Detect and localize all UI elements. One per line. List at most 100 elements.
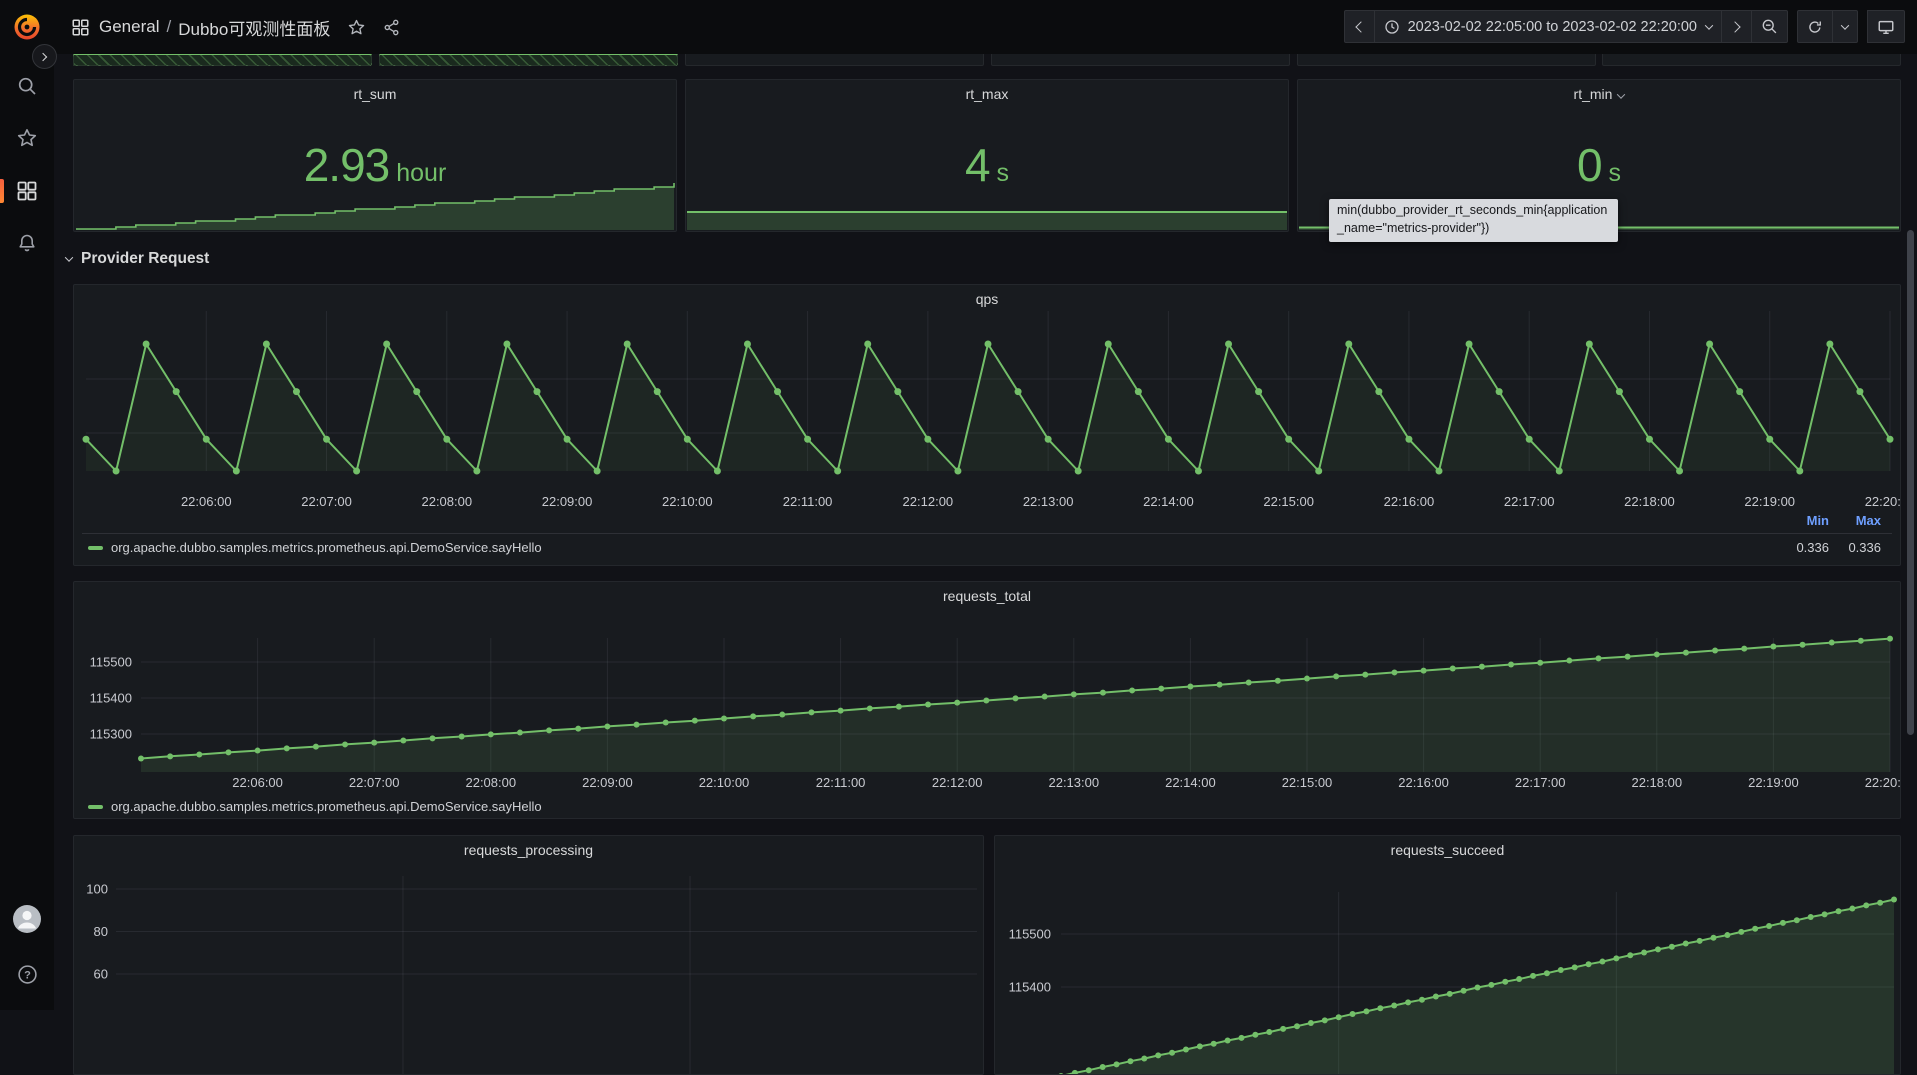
- page-title: Dubbo可观测性面板: [178, 15, 330, 40]
- panel-title-requests-processing[interactable]: requests_processing: [74, 842, 983, 858]
- svg-text:22:09:00: 22:09:00: [542, 494, 593, 509]
- panel-sliver: [73, 54, 372, 66]
- stat-value: 0: [1577, 139, 1602, 191]
- svg-text:22:13:00: 22:13:00: [1023, 494, 1074, 509]
- panel-title-rt-min[interactable]: rt_min: [1298, 86, 1900, 102]
- legend-header: Min Max: [1777, 513, 1881, 528]
- svg-text:22:07:00: 22:07:00: [301, 494, 352, 509]
- time-shift-forward-button[interactable]: [1722, 10, 1752, 43]
- legend-separator: [82, 533, 1892, 534]
- stat-value: 4: [965, 139, 990, 191]
- caret-down-icon: [1841, 21, 1849, 29]
- svg-text:22:10:00: 22:10:00: [662, 494, 713, 509]
- svg-text:22:18:00: 22:18:00: [1631, 775, 1682, 790]
- stat-rt-min: 0s: [1298, 138, 1900, 192]
- stat-unit: s: [1609, 159, 1622, 187]
- legend-values: 0.336 0.336: [1777, 540, 1881, 555]
- apps-grid-icon[interactable]: [72, 19, 89, 36]
- chevron-right-icon: [1729, 21, 1740, 32]
- zoom-out-icon: [1761, 18, 1778, 35]
- scrollbar-thumb[interactable]: [1907, 230, 1914, 735]
- caret-down-icon: [1617, 90, 1625, 98]
- time-range-picker[interactable]: 2023-02-02 22:05:00 to 2023-02-02 22:20:…: [1375, 10, 1722, 43]
- user-avatar: [12, 904, 42, 934]
- panel-title-requests-succeed[interactable]: requests_succeed: [995, 842, 1900, 858]
- svg-text:100: 100: [86, 882, 108, 897]
- time-shift-back-button[interactable]: [1344, 10, 1375, 43]
- svg-text:115400: 115400: [90, 691, 132, 706]
- legend-max-header[interactable]: Max: [1829, 513, 1881, 528]
- share-button[interactable]: [383, 19, 400, 36]
- svg-text:22:16:00: 22:16:00: [1384, 494, 1435, 509]
- panel-requests-processing: requests_processing 100 80 60: [73, 835, 984, 1075]
- cycle-view-mode-button[interactable]: [1867, 10, 1905, 43]
- panel-title-qps[interactable]: qps: [74, 291, 1900, 307]
- query-tooltip: min(dubbo_provider_rt_seconds_min{applic…: [1329, 199, 1618, 242]
- refresh-button[interactable]: [1797, 10, 1833, 43]
- sidebar-item-dashboards[interactable]: [0, 170, 54, 212]
- sidebar-expand-button[interactable]: [32, 44, 57, 69]
- legend-min-header[interactable]: Min: [1777, 513, 1829, 528]
- svg-text:22:15:00: 22:15:00: [1263, 494, 1314, 509]
- sidebar-item-alerting[interactable]: [0, 222, 54, 264]
- sidebar-item-profile[interactable]: [0, 898, 54, 940]
- svg-text:?: ?: [24, 969, 31, 981]
- svg-text:22:06:00: 22:06:00: [232, 775, 283, 790]
- dashboard-toolbar: 2023-02-02 22:05:00 to 2023-02-02 22:20:…: [1344, 10, 1905, 43]
- svg-text:22:16:00: 22:16:00: [1398, 775, 1449, 790]
- panel-sliver: [1297, 54, 1596, 66]
- stat-rt-max: 4s: [686, 138, 1288, 192]
- sidebar-item-search[interactable]: [0, 65, 54, 107]
- panel-title-requests-total[interactable]: requests_total: [74, 588, 1900, 604]
- panel-title-rt-max[interactable]: rt_max: [686, 86, 1288, 102]
- svg-text:60: 60: [94, 967, 108, 982]
- svg-text:22:17:00: 22:17:00: [1504, 494, 1555, 509]
- svg-text:22:14:00: 22:14:00: [1143, 494, 1194, 509]
- stat-unit: hour: [396, 159, 446, 187]
- refresh-interval-button[interactable]: [1833, 10, 1858, 43]
- sidebar-item-starred[interactable]: [0, 117, 54, 159]
- svg-text:22:20:00: 22:20:00: [1865, 494, 1901, 509]
- top-header: General / Dubbo可观测性面板 2023-02-02 22:05:0…: [0, 0, 1917, 54]
- requests-total-chart: 11550011540011530022:06:0022:07:0022:08:…: [74, 582, 1901, 819]
- svg-text:115300: 115300: [90, 727, 132, 742]
- qps-chart: 22:06:0022:07:0022:08:0022:09:0022:10:00…: [74, 285, 1901, 566]
- dashboard-canvas: rt_sum 2.93hour rt_max 4s rt_min 0s Prov…: [54, 54, 1917, 1010]
- section-provider-request[interactable]: Provider Request: [66, 250, 209, 268]
- svg-text:115500: 115500: [1009, 927, 1051, 942]
- clock-icon: [1384, 19, 1400, 35]
- star-button[interactable]: [348, 19, 365, 36]
- active-indicator: [0, 179, 4, 203]
- sidebar-item-help[interactable]: ?: [0, 953, 54, 995]
- panel-title-rt-sum[interactable]: rt_sum: [74, 86, 676, 102]
- svg-text:22:11:00: 22:11:00: [783, 494, 833, 509]
- star-icon: [17, 128, 37, 148]
- svg-text:22:17:00: 22:17:00: [1515, 775, 1566, 790]
- svg-text:22:20:00: 22:20:00: [1865, 775, 1901, 790]
- breadcrumb-section[interactable]: General: [99, 17, 159, 37]
- svg-text:22:14:00: 22:14:00: [1165, 775, 1216, 790]
- chevron-right-icon: [39, 52, 47, 60]
- svg-text:22:09:00: 22:09:00: [582, 775, 633, 790]
- breadcrumb: General / Dubbo可观测性面板: [99, 15, 330, 40]
- panel-rt-max: rt_max 4s: [685, 79, 1289, 232]
- legend-min-value: 0.336: [1777, 540, 1829, 555]
- grafana-logo[interactable]: [12, 12, 42, 42]
- help-icon: ?: [17, 964, 38, 985]
- section-label: Provider Request: [81, 250, 209, 268]
- svg-text:22:08:00: 22:08:00: [465, 775, 516, 790]
- legend-item[interactable]: org.apache.dubbo.samples.metrics.prometh…: [88, 799, 542, 814]
- panel-rt-sum: rt_sum 2.93hour: [73, 79, 677, 232]
- alerting-bell-icon: [17, 233, 37, 253]
- series-name: org.apache.dubbo.samples.metrics.prometh…: [111, 799, 542, 814]
- legend-item[interactable]: org.apache.dubbo.samples.metrics.prometh…: [88, 540, 542, 555]
- svg-text:22:12:00: 22:12:00: [903, 494, 954, 509]
- panel-sliver: [379, 54, 678, 66]
- dashboards-icon: [17, 181, 37, 201]
- svg-text:22:15:00: 22:15:00: [1282, 775, 1333, 790]
- requests-processing-chart: 100 80 60: [74, 836, 984, 1075]
- breadcrumb-separator: /: [166, 17, 171, 37]
- svg-text:22:10:00: 22:10:00: [699, 775, 750, 790]
- svg-text:80: 80: [94, 924, 108, 939]
- zoom-out-button[interactable]: [1752, 10, 1788, 43]
